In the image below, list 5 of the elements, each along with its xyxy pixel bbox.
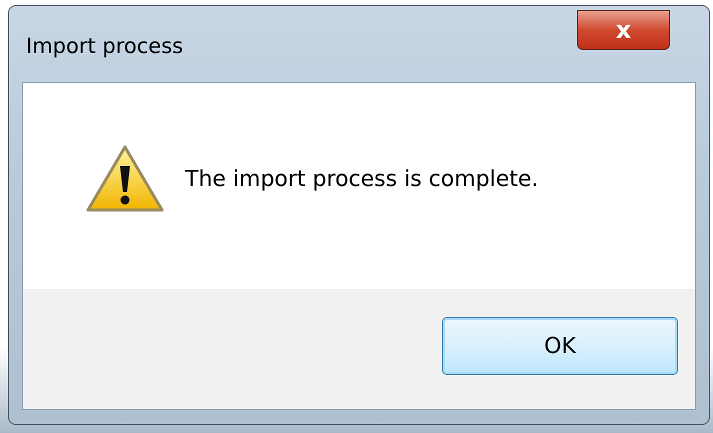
ok-button[interactable]: OK (442, 317, 678, 375)
close-button[interactable]: x (577, 10, 670, 50)
window-title: Import process (26, 34, 184, 58)
warning-icon (85, 144, 165, 214)
message-text: The import process is complete. (185, 166, 538, 192)
